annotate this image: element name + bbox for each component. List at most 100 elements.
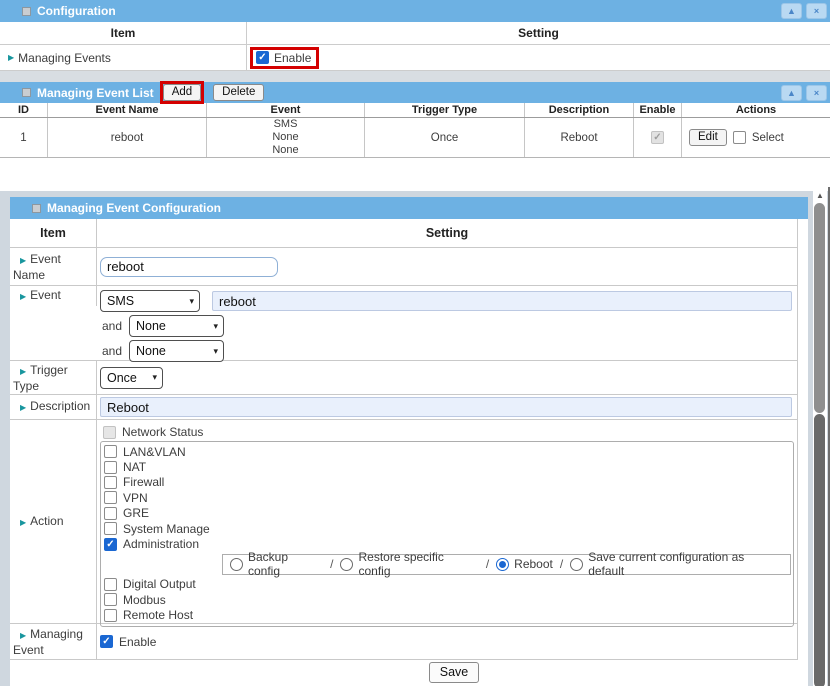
- managing-events-enable-checkbox[interactable]: ✓: [256, 51, 269, 64]
- administration-options: Backup config / Restore specific config …: [222, 554, 791, 575]
- scrollbar-up-icon[interactable]: ▲: [813, 187, 827, 203]
- collapse-icon: ▲: [787, 89, 796, 98]
- remote-host-checkbox[interactable]: [104, 609, 117, 622]
- digital-output-checkbox[interactable]: [104, 578, 117, 591]
- collapse-widget-icon[interactable]: [32, 204, 41, 213]
- restore-config-label: Restore specific config: [358, 550, 478, 578]
- description-input[interactable]: Reboot: [100, 397, 792, 417]
- column-header-setting: Setting: [97, 219, 797, 247]
- event-list-table-header: ID Event Name Event Trigger Type Descrip…: [0, 103, 830, 118]
- event-list-panel-title: Managing Event List: [37, 86, 154, 100]
- section-divider: [0, 71, 830, 82]
- panel-collapse-button[interactable]: ▲: [781, 3, 802, 19]
- event-config-panel-header: Managing Event Configuration: [10, 197, 808, 219]
- collapse-widget-icon[interactable]: [22, 88, 31, 97]
- panel-close-button[interactable]: ×: [806, 3, 827, 19]
- enable-label: Enable: [274, 51, 311, 65]
- vertical-scrollbar[interactable]: ▲: [813, 187, 827, 686]
- collapse-widget-icon[interactable]: [22, 7, 31, 16]
- event-type-select[interactable]: SMS ▾: [100, 290, 200, 312]
- managing-event-enable-checkbox[interactable]: ✓: [100, 635, 113, 648]
- column-header-item: Item: [10, 219, 97, 247]
- event-value-input[interactable]: reboot: [212, 291, 792, 311]
- event-name-input[interactable]: reboot: [100, 257, 278, 277]
- column-header-description: Description: [525, 103, 634, 117]
- add-highlight-box: Add: [160, 81, 204, 104]
- save-button[interactable]: Save: [429, 662, 480, 683]
- edit-button[interactable]: Edit: [689, 129, 727, 146]
- event-config-table-header: Item Setting: [10, 219, 798, 248]
- event-condition2-select[interactable]: None ▾: [129, 315, 224, 337]
- managing-event-row: ▶Managing Event ✓ Enable: [10, 624, 798, 660]
- administration-checkbox[interactable]: ✓: [104, 538, 117, 551]
- vpn-label: VPN: [123, 491, 148, 505]
- enable-highlight-box: ✓ Enable: [250, 47, 319, 69]
- delete-button[interactable]: Delete: [213, 84, 264, 101]
- lan-vlan-checkbox[interactable]: [104, 445, 117, 458]
- section-gap: [0, 158, 830, 191]
- event-configuration-panel: Managing Event Configuration Item Settin…: [10, 197, 808, 686]
- close-icon: ×: [814, 7, 819, 16]
- scrollbar-thumb-dark[interactable]: [814, 414, 825, 686]
- item-arrow-icon: ▶: [20, 518, 26, 527]
- row-select-checkbox[interactable]: [733, 131, 746, 144]
- add-button[interactable]: Add: [163, 84, 201, 101]
- scrollbar-thumb[interactable]: [814, 203, 825, 413]
- trigger-type-select[interactable]: Once ▾: [100, 367, 163, 389]
- gre-checkbox[interactable]: [104, 507, 117, 520]
- backup-config-radio[interactable]: [230, 558, 243, 571]
- configuration-table-header: Item Setting: [0, 22, 830, 45]
- remote-host-label: Remote Host: [123, 608, 193, 622]
- vpn-checkbox[interactable]: [104, 491, 117, 504]
- lan-vlan-label: LAN&VLAN: [123, 445, 186, 459]
- column-header-actions: Actions: [682, 103, 830, 117]
- administration-label: Administration: [123, 537, 199, 551]
- chevron-down-icon: ▾: [213, 321, 218, 332]
- select-label: Select: [752, 132, 784, 144]
- event-condition3-select[interactable]: None ▾: [129, 340, 224, 362]
- option-separator: /: [486, 557, 489, 571]
- nat-checkbox[interactable]: [104, 461, 117, 474]
- column-header-setting: Setting: [247, 22, 830, 44]
- modbus-checkbox[interactable]: [104, 593, 117, 606]
- panel-collapse-button[interactable]: ▲: [781, 85, 802, 101]
- event-row: ▶Event SMS ▾ reboot and None ▾: [10, 286, 798, 361]
- configuration-panel-header: Configuration ▲ ×: [0, 0, 830, 22]
- save-default-label: Save current configuration as default: [588, 550, 783, 578]
- column-header-event: Event: [207, 103, 365, 117]
- action-category-group: LAN&VLAN NAT Firewall VPN GRE System Man…: [100, 441, 794, 627]
- row-event-conditions: SMS None None: [272, 118, 298, 157]
- enable-label: Enable: [119, 635, 156, 649]
- action-label: Action: [30, 514, 63, 528]
- panel-close-button[interactable]: ×: [806, 85, 827, 101]
- column-header-enable: Enable: [634, 103, 682, 117]
- event-name-row: ▶Event Name reboot: [10, 248, 798, 286]
- modbus-label: Modbus: [123, 593, 166, 607]
- restore-config-radio[interactable]: [340, 558, 353, 571]
- event-config-panel-title: Managing Event Configuration: [47, 201, 221, 215]
- option-separator: /: [330, 557, 333, 571]
- managing-events-label: Managing Events: [18, 51, 111, 65]
- nat-label: NAT: [123, 460, 146, 474]
- and-label: and: [100, 344, 122, 358]
- column-header-event-name: Event Name: [48, 103, 207, 117]
- firewall-checkbox[interactable]: [104, 476, 117, 489]
- managing-events-row: ▶ Managing Events ✓ Enable: [0, 45, 830, 71]
- configuration-panel-title: Configuration: [37, 4, 116, 18]
- row-enable-checkbox: ✓: [651, 131, 664, 144]
- system-manage-checkbox[interactable]: [104, 522, 117, 535]
- save-default-radio[interactable]: [570, 558, 583, 571]
- save-area: Save: [10, 660, 808, 686]
- gre-label: GRE: [123, 506, 149, 520]
- row-id: 1: [0, 118, 48, 157]
- chevron-down-icon: ▾: [213, 346, 218, 357]
- close-icon: ×: [814, 89, 819, 98]
- collapse-icon: ▲: [787, 7, 796, 16]
- item-arrow-icon: ▶: [20, 256, 26, 265]
- row-trigger-type: Once: [365, 118, 525, 157]
- item-arrow-icon: ▶: [20, 292, 26, 301]
- system-manage-label: System Manage: [123, 522, 210, 536]
- item-arrow-icon: ▶: [20, 403, 26, 412]
- reboot-radio[interactable]: [496, 558, 509, 571]
- action-row: ▶Action Network Status LAN&VLAN NAT Fire…: [10, 420, 798, 624]
